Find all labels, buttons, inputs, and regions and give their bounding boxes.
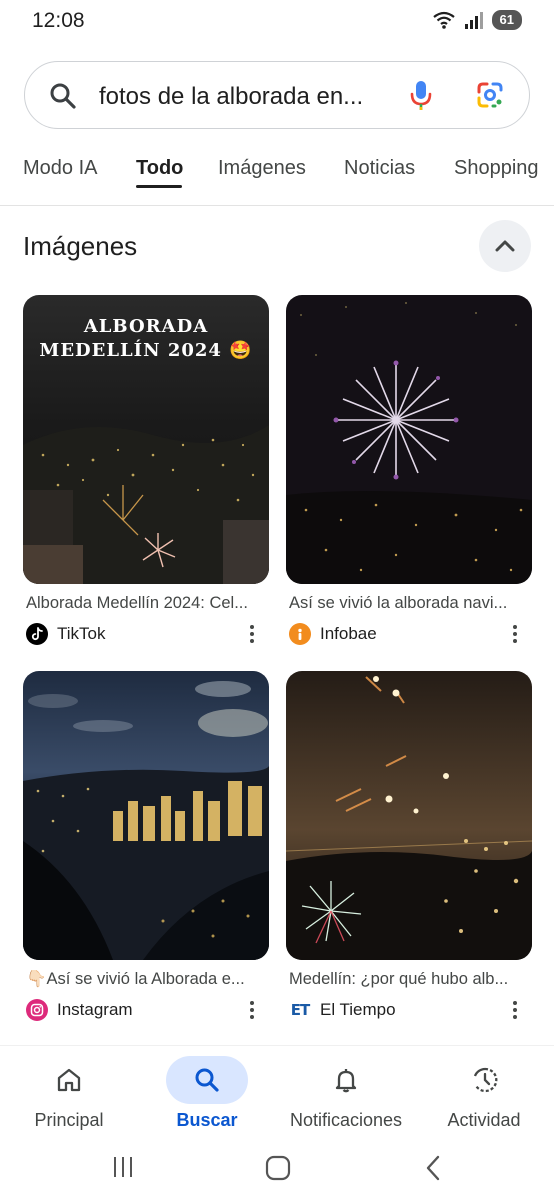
image-thumbnail[interactable]: [286, 671, 532, 960]
source-name: Infobae: [320, 624, 377, 643]
el-tiempo-icon: ET: [289, 999, 311, 1021]
tab-noticias[interactable]: Noticias: [344, 157, 415, 180]
instagram-icon: [26, 999, 48, 1021]
result-source[interactable]: ET El Tiempo: [286, 997, 532, 1023]
wifi-icon: [432, 11, 455, 29]
tab-imagenes[interactable]: Imágenes: [218, 157, 306, 180]
search-input[interactable]: fotos de la alborada en...: [99, 83, 363, 111]
nav-item-notificaciones[interactable]: Notificaciones: [288, 1046, 404, 1131]
search-bar[interactable]: fotos de la alborada en...: [24, 61, 530, 129]
tab-todo[interactable]: Todo: [136, 157, 183, 180]
result-source[interactable]: Instagram: [23, 997, 269, 1023]
image-result-card[interactable]: Medellín: ¿por qué hubo alb... ET El Tie…: [286, 671, 532, 1023]
battery-icon: 61: [491, 10, 522, 30]
search-tabs: Modo IA Todo Imágenes Noticias Shopping: [0, 150, 554, 206]
mic-icon[interactable]: [409, 79, 433, 113]
system-navigation-bar: [0, 1145, 554, 1200]
result-source[interactable]: TikTok: [23, 621, 269, 647]
image-thumbnail[interactable]: ALBORADA MEDELLÍN 2024 🤩: [23, 295, 269, 584]
more-options-icon[interactable]: [510, 623, 520, 645]
image-thumbnail[interactable]: [286, 295, 532, 584]
bottom-navigation: Principal Buscar Notificaciones Activida…: [0, 1045, 554, 1145]
search-icon: [195, 1068, 219, 1092]
signal-icon: [464, 12, 483, 29]
source-name: Instagram: [57, 1000, 133, 1019]
tiktok-icon: [26, 623, 48, 645]
nav-item-principal[interactable]: Principal: [28, 1046, 110, 1131]
active-tab-indicator: [136, 185, 182, 188]
activity-icon: [473, 1067, 498, 1093]
home-icon: [57, 1068, 81, 1092]
nav-item-buscar[interactable]: Buscar: [166, 1046, 248, 1131]
status-time: 12:08: [32, 9, 85, 32]
image-result-card[interactable]: Así se vivió la alborada navi... Infobae: [286, 295, 532, 647]
nav-label: Notificaciones: [289, 1110, 403, 1130]
result-caption[interactable]: Medellín: ¿por qué hubo alb...: [286, 970, 529, 989]
google-lens-icon[interactable]: [475, 80, 505, 110]
nav-label: Actividad: [447, 1110, 521, 1130]
tab-modo-ia[interactable]: Modo IA: [23, 157, 97, 180]
collapse-button[interactable]: [479, 220, 531, 272]
result-caption[interactable]: Alborada Medellín 2024: Cel...: [23, 594, 266, 613]
result-caption[interactable]: 👇🏻Así se vivió la Alborada e...: [23, 970, 266, 989]
more-options-icon[interactable]: [510, 999, 520, 1021]
status-icons: 61: [432, 10, 522, 30]
more-options-icon[interactable]: [247, 623, 257, 645]
image-thumbnail[interactable]: [23, 671, 269, 960]
thumbnail-title-line-1: ALBORADA: [83, 316, 209, 337]
more-options-icon[interactable]: [247, 999, 257, 1021]
source-name: TikTok: [57, 624, 106, 643]
image-result-card[interactable]: ALBORADA MEDELLÍN 2024 🤩 Alborada Medell…: [23, 295, 269, 647]
thumbnail-title-line-2: MEDELLÍN 2024 🤩: [39, 340, 253, 361]
image-result-card[interactable]: 👇🏻Así se vivió la Alborada e... Instagra…: [23, 671, 269, 1023]
tab-shopping[interactable]: Shopping: [454, 157, 539, 180]
status-bar: 12:08 61: [0, 0, 554, 44]
section-title: Imágenes: [23, 231, 138, 261]
search-icon[interactable]: [49, 82, 77, 110]
back-icon[interactable]: [424, 1154, 442, 1182]
home-button-icon[interactable]: [265, 1155, 291, 1181]
nav-item-actividad[interactable]: Actividad: [444, 1046, 524, 1131]
nav-label: Buscar: [176, 1110, 238, 1130]
bell-icon: [335, 1069, 357, 1093]
source-name: El Tiempo: [320, 1000, 396, 1019]
recent-apps-icon[interactable]: [111, 1155, 135, 1179]
nav-label: Principal: [34, 1110, 104, 1130]
google-logo-watermark: [210, 0, 350, 42]
result-caption[interactable]: Así se vivió la alborada navi...: [286, 594, 529, 613]
result-source[interactable]: Infobae: [286, 621, 532, 647]
infobae-icon: [289, 623, 311, 645]
chevron-up-icon: [495, 240, 515, 252]
